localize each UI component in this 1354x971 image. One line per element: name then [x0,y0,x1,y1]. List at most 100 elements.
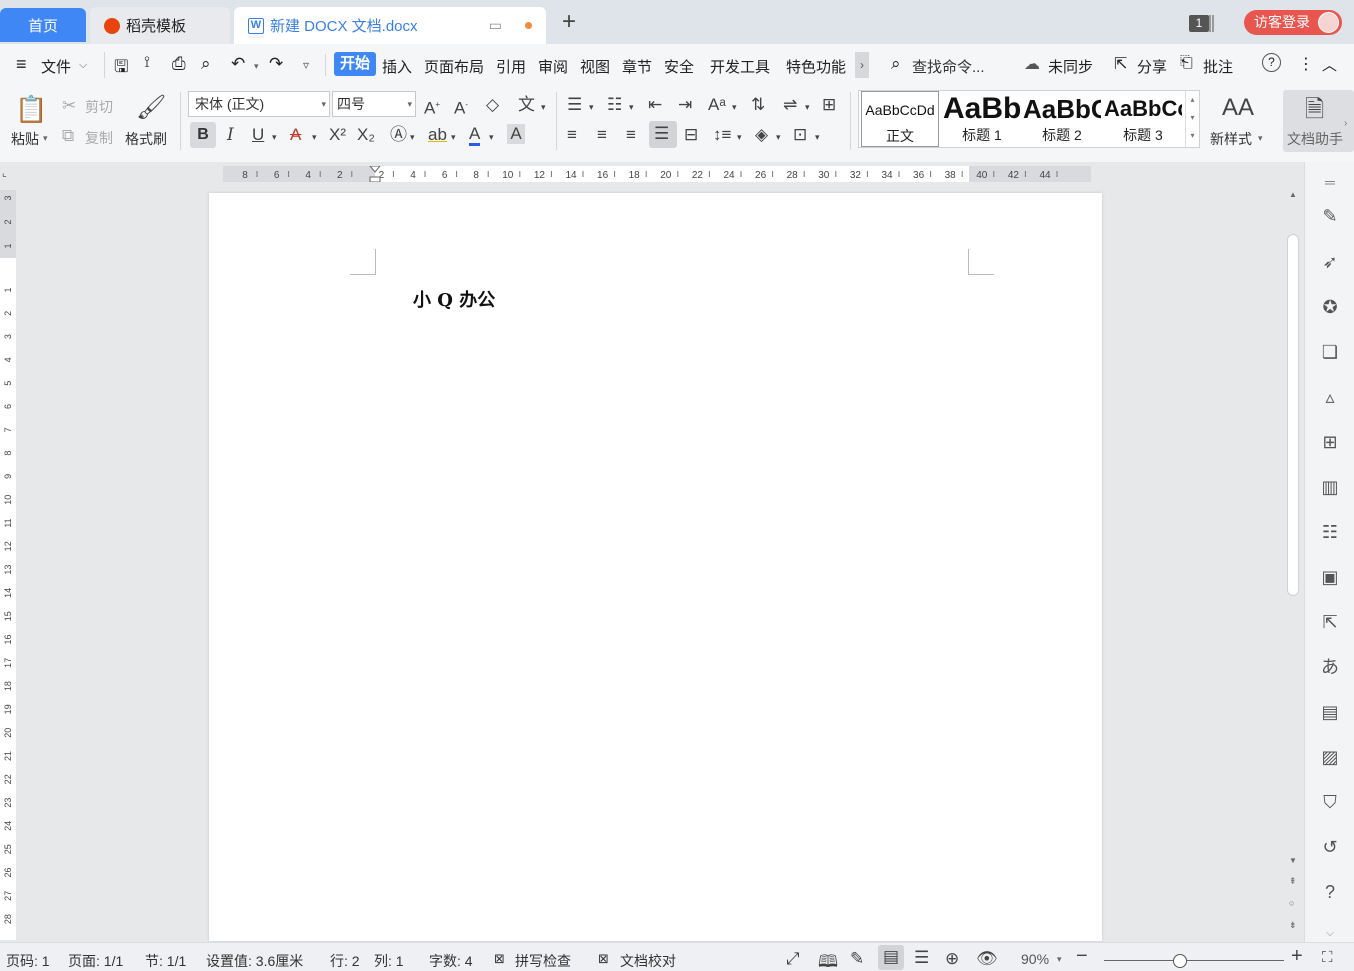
menu-file[interactable]: 文件 [41,56,71,77]
monitor-icon[interactable]: ▭ [489,17,502,34]
paste-dropdown-icon[interactable]: ▾ [43,133,48,144]
sidebar-handle-icon[interactable]: ═ [1318,170,1342,194]
template-icon[interactable]: ▵ [1318,385,1342,409]
menu-security[interactable]: 安全 [664,56,694,77]
status-row[interactable]: 行: 2 [330,951,360,971]
zoom-in-icon[interactable]: + [1291,945,1303,968]
writing-mode-icon[interactable]: ✎ [850,949,864,969]
browse-object-icon[interactable]: ○ [1289,898,1294,908]
select-cursor-icon[interactable]: ➶ [1318,250,1342,274]
menu-chapter[interactable]: 章节 [622,56,652,77]
redo-icon[interactable]: ↷ [269,54,283,74]
pen-icon[interactable]: ✎ [1318,204,1342,228]
cut-icon[interactable]: ✂ [62,96,76,116]
proofread-button[interactable]: 文档校对 [620,951,676,971]
format-painter-button[interactable]: 格式刷 [125,129,167,149]
chevron-down-icon[interactable]: ▾ [489,127,494,147]
zoom-slider[interactable] [1104,960,1284,961]
shield-icon[interactable]: ⛉ [1318,790,1342,814]
ribbon-scroll-right-icon[interactable]: › [1344,118,1347,129]
print-preview-icon[interactable]: ⌕ [201,54,211,74]
expand-styles-icon[interactable]: ▾ [1190,131,1194,140]
left-indent-marker[interactable] [369,176,381,182]
chevron-down-icon[interactable]: ▾ [805,97,810,117]
clear-format-icon[interactable]: ◇ [486,95,499,115]
tab-daoke-templates[interactable]: 稻壳模板 [90,7,230,44]
bullet-list-icon[interactable]: ☰ [567,95,582,115]
status-word-count[interactable]: 字数: 4 [429,951,473,971]
font-color-button[interactable]: A [469,124,481,146]
comment-button[interactable]: 批注 [1203,56,1233,77]
help-icon[interactable]: ? [1262,53,1281,72]
save-icon[interactable]: 🖫 [114,54,128,83]
status-setting-value[interactable]: 设置值: 3.6厘米 [206,951,303,971]
status-pages[interactable]: 页面: 1/1 [68,951,123,971]
chevron-down-icon[interactable]: ⌵ [79,59,87,72]
scroll-down-icon[interactable]: ▾ [1190,113,1194,122]
menu-insert[interactable]: 插入 [382,56,412,77]
menu-developer[interactable]: 开发工具 [710,56,770,77]
next-page-icon[interactable]: ⇟ [1289,920,1297,931]
zoom-out-icon[interactable]: − [1076,945,1088,968]
undo-icon[interactable]: ↶ [231,54,245,74]
proofread-icon[interactable]: ⊠ [598,951,609,967]
chevron-down-icon[interactable]: ▾ [732,97,737,117]
fullscreen-icon[interactable]: ⤢ [786,949,800,969]
document-page[interactable]: 小 Q 办公 [209,193,1102,941]
print-icon[interactable]: ⎙ [172,54,186,74]
menu-review[interactable]: 审阅 [538,56,568,77]
highlight-icon[interactable]: ab [428,125,447,145]
paste-button[interactable]: 粘贴 [11,129,39,149]
grow-font-icon[interactable]: A+ [424,95,440,119]
table-layout-icon[interactable]: ⊞ [822,95,836,115]
strikethrough-button[interactable]: A [290,125,301,145]
copy-button[interactable]: 复制 [85,128,113,148]
page-view-button[interactable]: ▤ [878,945,904,970]
text-effects-icon[interactable]: Ⓐ [390,125,407,145]
archive-icon[interactable]: ▤ [1318,700,1342,724]
font-size-select[interactable]: 四号 ▾ [332,91,416,117]
export-share-icon[interactable]: ⇱ [1318,610,1342,634]
align-right-icon[interactable]: ≡ [626,125,636,145]
guest-login-button[interactable]: 访客登录 [1244,10,1342,35]
font-name-select[interactable]: 宋体 (正文) ▾ [188,91,330,117]
chevron-down-icon[interactable]: ▾ [815,127,820,147]
style-normal[interactable]: AaBbCcDd 正文 [861,91,939,147]
history-icon[interactable]: ↺ [1318,835,1342,859]
comment-icon[interactable]: ⎗ [1180,54,1193,72]
style-heading-2[interactable]: AaBbC 标题 2 [1023,91,1101,147]
new-tab-button[interactable]: + [562,10,576,34]
translate-icon[interactable]: あ [1318,655,1342,679]
status-column[interactable]: 列: 1 [374,951,404,971]
chevron-down-icon[interactable]: ▾ [312,127,317,147]
menu-more-button[interactable]: › [855,52,869,78]
style-heading-3[interactable]: AaBbCc 标题 3 [1104,91,1182,147]
numbered-list-icon[interactable]: ☷ [607,95,622,115]
sort-icon[interactable]: ⇅ [751,95,765,115]
badge-star-icon[interactable]: ✪ [1318,295,1342,319]
share-button[interactable]: 分享 [1137,56,1167,77]
bold-button[interactable]: B [190,122,216,148]
apps-grid-icon[interactable]: ⊞ [1318,430,1342,454]
share-icon[interactable]: ⇱ [1114,54,1127,74]
new-style-button[interactable]: 新样式 [1210,129,1252,149]
shrink-font-icon[interactable]: A- [454,95,468,119]
zoom-dropdown-icon[interactable]: ▾ [1057,954,1062,965]
change-case-icon[interactable]: Aᵃ [708,95,726,115]
align-center-icon[interactable]: ≡ [597,125,607,145]
menu-home-tab-active[interactable]: 开始 [334,52,376,76]
hamburger-icon[interactable]: ≡ [16,54,27,75]
scroll-up-arrow-icon[interactable]: ▲ [1289,190,1297,199]
window-count-badge[interactable]: 1 [1189,15,1209,32]
previous-page-icon[interactable]: ⇞ [1289,876,1297,887]
scrollbar-thumb[interactable] [1287,234,1299,596]
vertical-ruler[interactable]: 3211234567891011121314151617181920212223… [0,190,16,940]
outline-view-icon[interactable]: ☰ [914,948,929,968]
horizontal-ruler[interactable]: 8 6 4 2 2 4 6 8 10 12 14 16 18 20 22 24 26 28 30 32 34 36 38 40… [223,166,1091,182]
picture-icon[interactable]: ▨ [1318,745,1342,769]
chevron-down-icon[interactable]: ▾ [410,127,415,147]
more-options-icon[interactable]: ⋮ [1298,54,1314,74]
paste-icon[interactable]: 📋 [15,94,47,124]
superscript-button[interactable]: X² [329,125,346,145]
reading-mode-icon[interactable]: 🕮 [818,949,838,971]
